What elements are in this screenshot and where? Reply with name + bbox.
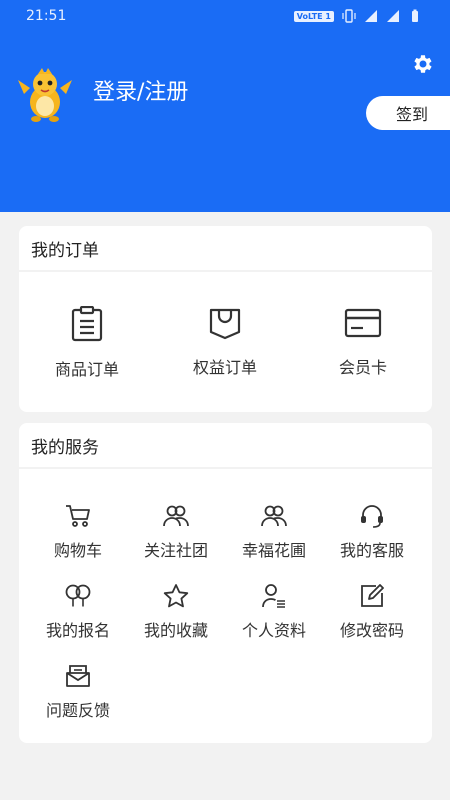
service-my-registrations-label: 我的报名: [45, 621, 110, 640]
clipboard-icon: [71, 306, 103, 342]
cart-icon: [66, 505, 90, 527]
bookmark-smile-icon: [209, 308, 241, 340]
service-follow-clubs[interactable]: 关注社团: [127, 503, 225, 561]
status-bar: 21:51 VoLTE 1: [0, 0, 450, 34]
group-icon: [261, 505, 287, 527]
group-icon: [163, 505, 189, 527]
service-my-registrations[interactable]: 我的报名: [29, 583, 127, 641]
headset-icon: [361, 505, 383, 528]
service-profile-label: 个人资料: [241, 621, 306, 640]
star-icon: [163, 584, 189, 608]
vibrate-icon: [342, 9, 356, 23]
orders-title: 我的订单: [19, 226, 432, 272]
order-benefits[interactable]: 权益订单: [165, 306, 285, 378]
balloons-icon: [65, 584, 91, 607]
signal-icon: [387, 10, 399, 22]
service-change-password-label: 修改密码: [339, 621, 404, 640]
signal-4g-icon: [365, 10, 377, 22]
member-card[interactable]: 会员卡: [303, 306, 423, 378]
service-change-password[interactable]: 修改密码: [323, 583, 421, 641]
service-feedback[interactable]: 问题反馈: [29, 663, 127, 721]
service-customer-support[interactable]: 我的客服: [323, 503, 421, 561]
profile-header: 21:51 VoLTE 1 登录/注册 签到: [0, 0, 450, 212]
order-goods-label: 商品订单: [54, 360, 119, 379]
status-time: 21:51: [26, 8, 67, 24]
volte-badge: VoLTE 1: [293, 10, 334, 22]
feedback-icon: [66, 665, 90, 687]
edit-icon: [361, 584, 384, 607]
order-benefits-label: 权益订单: [192, 358, 257, 377]
login-register-link[interactable]: 登录/注册: [93, 74, 188, 106]
service-favorites[interactable]: 我的收藏: [127, 583, 225, 641]
service-cart-label: 购物车: [53, 541, 102, 560]
sign-in-button[interactable]: 签到: [366, 96, 450, 130]
member-card-label: 会员卡: [338, 358, 387, 377]
service-happy-garden-label: 幸福花圃: [241, 541, 306, 560]
battery-icon: [412, 9, 418, 22]
card-icon: [344, 308, 382, 338]
status-icons: VoLTE 1: [293, 9, 422, 23]
service-profile[interactable]: 个人资料: [225, 583, 323, 641]
services-title: 我的服务: [19, 423, 432, 469]
service-follow-clubs-label: 关注社团: [143, 541, 208, 560]
service-favorites-label: 我的收藏: [143, 621, 208, 640]
order-goods[interactable]: 商品订单: [27, 306, 147, 380]
orders-card: 我的订单 商品订单 权益订单 会员卡: [19, 226, 432, 412]
service-cart[interactable]: 购物车: [29, 503, 127, 561]
service-customer-support-label: 我的客服: [339, 541, 404, 560]
mascot-avatar: [18, 68, 72, 122]
services-card: 我的服务 购物车 关注社团 幸福花圃 我的客服 我的报名 我的收藏 个人资料 修…: [19, 423, 432, 743]
service-happy-garden[interactable]: 幸福花圃: [225, 503, 323, 561]
gear-icon[interactable]: [410, 52, 434, 76]
profile-icon: [262, 584, 285, 608]
sign-in-label: 签到: [395, 105, 428, 124]
service-feedback-label: 问题反馈: [45, 701, 110, 720]
